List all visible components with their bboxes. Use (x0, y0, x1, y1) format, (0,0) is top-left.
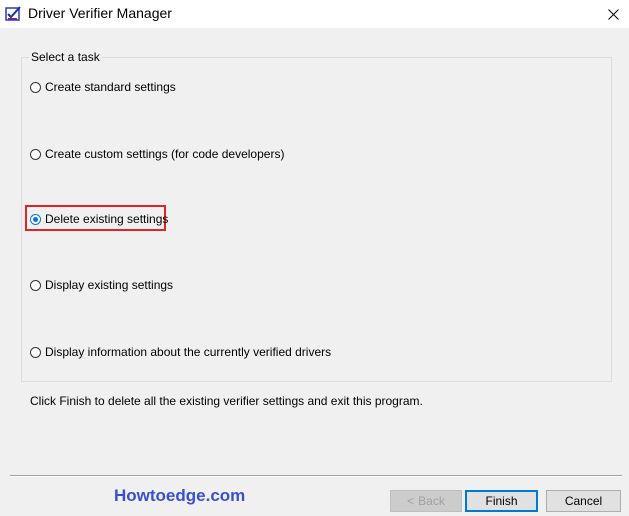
groupbox-label: Select a task (29, 50, 102, 64)
radio-button[interactable] (30, 148, 41, 160)
radio-display-verified-drivers-info[interactable]: Display information about the currently … (30, 345, 331, 359)
radio-button[interactable] (30, 279, 41, 291)
radio-button[interactable] (30, 346, 41, 358)
finish-button-label: Finish (485, 494, 518, 508)
driver-verifier-icon (5, 6, 21, 21)
separator (10, 475, 622, 477)
back-arrow-icon: < (407, 494, 415, 508)
back-button-label: Back (418, 494, 445, 508)
radio-label: Create standard settings (45, 80, 176, 94)
finish-button[interactable]: Finish (465, 490, 538, 512)
radio-delete-existing-settings[interactable]: Delete existing settings (30, 212, 168, 226)
info-text: Click Finish to delete all the existing … (30, 394, 423, 408)
close-icon (607, 8, 619, 20)
radio-button[interactable] (30, 81, 41, 93)
cancel-button-label: Cancel (564, 494, 603, 508)
radio-label: Delete existing settings (45, 212, 169, 226)
window-title: Driver Verifier Manager (28, 5, 172, 21)
cancel-button[interactable]: Cancel (546, 490, 621, 512)
close-button[interactable] (597, 0, 629, 28)
radio-create-standard-settings[interactable]: Create standard settings (30, 80, 176, 94)
radio-label: Display information about the currently … (45, 345, 332, 359)
watermark: Howtoedge.com (114, 486, 246, 505)
radio-display-existing-settings[interactable]: Display existing settings (30, 278, 173, 292)
radio-create-custom-settings[interactable]: Create custom settings (for code develop… (30, 147, 284, 161)
back-button[interactable]: < Back (390, 490, 462, 512)
radio-label: Display existing settings (45, 278, 174, 292)
radio-button-selected[interactable] (30, 213, 41, 225)
title-bar: Driver Verifier Manager (0, 0, 629, 28)
radio-label: Create custom settings (for code develop… (45, 147, 285, 161)
